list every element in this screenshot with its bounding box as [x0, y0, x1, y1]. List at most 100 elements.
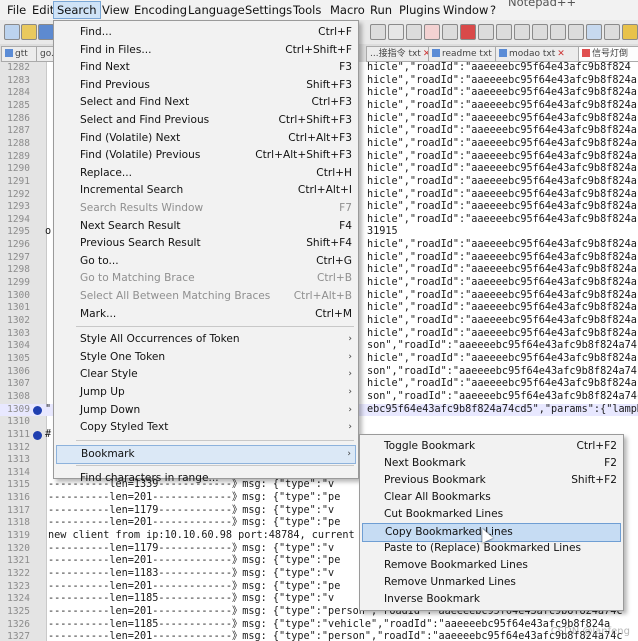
- search-menu-item[interactable]: Find (Volatile) Next Ctrl+Alt+F3: [56, 130, 356, 147]
- search-menu-item[interactable]: Previous Search Result Shift+F4: [56, 235, 356, 252]
- watermark: CSDN @lanfeng: [550, 626, 630, 637]
- menu-tools[interactable]: Tools: [290, 2, 324, 18]
- find-characters-in-range-item[interactable]: Find characters in range...: [56, 470, 356, 487]
- bookmark-submenu-item[interactable]: Remove Unmarked Lines: [362, 574, 621, 591]
- play-multiple-icon[interactable]: [514, 24, 530, 40]
- menu-item-label: Clear All Bookmarks: [384, 491, 491, 503]
- code-fragment: #: [45, 428, 52, 440]
- tab-item[interactable]: go...: [36, 46, 54, 62]
- menu-item-label: Jump Down: [80, 403, 141, 416]
- bookmark-submenu-item[interactable]: Toggle Bookmark Ctrl+F2: [362, 438, 621, 455]
- menu-window[interactable]: Window: [440, 2, 491, 18]
- zoom-out-icon[interactable]: [442, 24, 458, 40]
- bookmark-submenu-item[interactable]: Previous Bookmark Shift+F2: [362, 472, 621, 489]
- search-menu-item[interactable]: Incremental Search Ctrl+Alt+I: [56, 182, 356, 199]
- search-menu-submenu-item[interactable]: Style One Token ›: [56, 349, 356, 366]
- menu-plugins[interactable]: Plugins: [396, 2, 443, 18]
- menu-settings[interactable]: Settings: [242, 2, 295, 18]
- search-menu-item[interactable]: Select and Find Previous Ctrl+Shift+F3: [56, 112, 356, 129]
- menu-macro[interactable]: Macro: [327, 2, 368, 18]
- menu-item-shortcut: Ctrl+F: [318, 26, 352, 38]
- spell-check-icon[interactable]: [550, 24, 566, 40]
- bookmark-marker-icon[interactable]: [33, 405, 42, 415]
- tab-item[interactable]: modao txt ✕: [495, 46, 581, 62]
- bookmark-menu-item[interactable]: Bookmark ›: [56, 444, 356, 464]
- bookmark-submenu-item[interactable]: Inverse Bookmark: [362, 591, 621, 608]
- search-menu-item[interactable]: Find Previous Shift+F3: [56, 77, 356, 94]
- stop-macro-icon[interactable]: [478, 24, 494, 40]
- menu-view[interactable]: View: [99, 2, 132, 18]
- open-file-icon[interactable]: [21, 24, 37, 40]
- zoom-in-icon[interactable]: [424, 24, 440, 40]
- doc-map-icon[interactable]: [586, 24, 602, 40]
- editor-line[interactable]: 1327 ----------len=201-------------》msg: …: [0, 631, 638, 641]
- line-number: 1292: [7, 188, 30, 200]
- line-number: 1326: [7, 618, 30, 630]
- search-menu-submenu-item[interactable]: Jump Down ›: [56, 402, 356, 419]
- search-menu-item[interactable]: Replace... Ctrl+H: [56, 165, 356, 182]
- bookmark-submenu-item[interactable]: Cut Bookmarked Lines: [362, 506, 621, 523]
- line-number: 1320: [7, 542, 30, 554]
- find-icon[interactable]: [568, 24, 584, 40]
- line-number: 1282: [7, 62, 30, 73]
- bookmark-submenu-item[interactable]: Clear All Bookmarks: [362, 489, 621, 506]
- bookmark-submenu-item[interactable]: Remove Bookmarked Lines: [362, 557, 621, 574]
- menu-item-label: Go to...: [80, 254, 119, 267]
- code-text: hicle","roadId":"aaeeeebc95f64e43afc9b8f…: [367, 201, 637, 213]
- search-menu-submenu-item[interactable]: Clear Style ›: [56, 366, 356, 383]
- pilcrow-icon[interactable]: [388, 24, 404, 40]
- menu-item-label: Inverse Bookmark: [384, 593, 481, 605]
- save-macro-icon[interactable]: [532, 24, 548, 40]
- code-text: son","roadId":"aaeeeebc95f64e43afc9b8f82…: [367, 340, 637, 352]
- new-file-icon[interactable]: [4, 24, 20, 40]
- search-menu-item[interactable]: Go to Matching Brace Ctrl+B: [56, 270, 356, 287]
- save-icon[interactable]: [38, 24, 54, 40]
- menu-language[interactable]: Language: [185, 2, 248, 18]
- bookmark-submenu-item[interactable]: Paste to (Replace) Bookmarked Lines: [362, 540, 621, 557]
- search-menu-item[interactable]: Mark... Ctrl+M: [56, 306, 356, 323]
- search-menu-submenu-item[interactable]: Style All Occurrences of Token ›: [56, 331, 356, 348]
- line-number: 1303: [7, 327, 30, 339]
- menu-file[interactable]: File: [4, 2, 29, 18]
- search-menu-item[interactable]: Select All Between Matching Braces Ctrl+A…: [56, 288, 356, 305]
- search-menu-item[interactable]: Search Results Window F7: [56, 200, 356, 217]
- search-menu-item[interactable]: Go to... Ctrl+G: [56, 253, 356, 270]
- line-number: 1307: [7, 378, 30, 390]
- submenu-arrow-icon: ›: [347, 448, 351, 459]
- search-menu: Find... Ctrl+F Find in Files... Ctrl+Shift+…: [53, 20, 359, 484]
- menu-run[interactable]: Run: [367, 2, 395, 18]
- bookmark-submenu-item[interactable]: Next Bookmark F2: [362, 455, 621, 472]
- line-number: 1284: [7, 87, 30, 99]
- line-number: 1312: [7, 441, 30, 453]
- editor-line[interactable]: 1326 ----------len=1185------------》msg: …: [0, 619, 638, 632]
- search-menu-item[interactable]: Next Search Result F4: [56, 218, 356, 235]
- search-menu-item[interactable]: Select and Find Next Ctrl+F3: [56, 94, 356, 111]
- menu-encoding[interactable]: Encoding: [131, 2, 190, 18]
- code-text: hicle","roadId":"aaeeeebc95f64e43afc9b8f…: [367, 112, 637, 124]
- record-macro-icon[interactable]: [460, 24, 476, 40]
- search-menu-item[interactable]: Find... Ctrl+F: [56, 24, 356, 41]
- code-text: ----------len=1183------------》msg: {"ty…: [48, 568, 335, 579]
- search-menu-item[interactable]: Find in Files... Ctrl+Shift+F: [56, 42, 356, 59]
- wrap-icon[interactable]: [370, 24, 386, 40]
- search-menu-item[interactable]: Find Next F3: [56, 59, 356, 76]
- play-macro-icon[interactable]: [496, 24, 512, 40]
- indent-guide-icon[interactable]: [406, 24, 422, 40]
- tab-item[interactable]: ...接指令 txt ✕: [366, 46, 432, 62]
- code-text: ----------len=201-------------》msg: {"ty…: [48, 631, 623, 641]
- code-text: ----------len=1185------------》msg: {"ty…: [48, 618, 611, 630]
- tab-item-active[interactable]: 信号灯倒: [578, 46, 638, 62]
- bookmark-marker-icon[interactable]: [33, 430, 42, 440]
- close-icon[interactable]: ✕: [557, 49, 565, 59]
- folder-workspace-icon[interactable]: [622, 24, 638, 40]
- menu-item-label: Bookmark: [81, 447, 135, 460]
- search-menu-item[interactable]: Find (Volatile) Previous Ctrl+Alt+Shift+F…: [56, 147, 356, 164]
- function-list-icon[interactable]: [604, 24, 620, 40]
- menu-search[interactable]: Search: [53, 1, 101, 19]
- search-menu-submenu-item[interactable]: Jump Up ›: [56, 384, 356, 401]
- menu-help[interactable]: ?: [487, 2, 499, 18]
- search-menu-submenu-item[interactable]: Copy Styled Text ›: [56, 419, 356, 436]
- code-text: hicle","roadId":"aaeeeebc95f64e43afc9b8f…: [367, 87, 637, 99]
- tab-item[interactable]: gtt: [1, 46, 39, 62]
- tab-item[interactable]: readme txt✕: [428, 46, 498, 62]
